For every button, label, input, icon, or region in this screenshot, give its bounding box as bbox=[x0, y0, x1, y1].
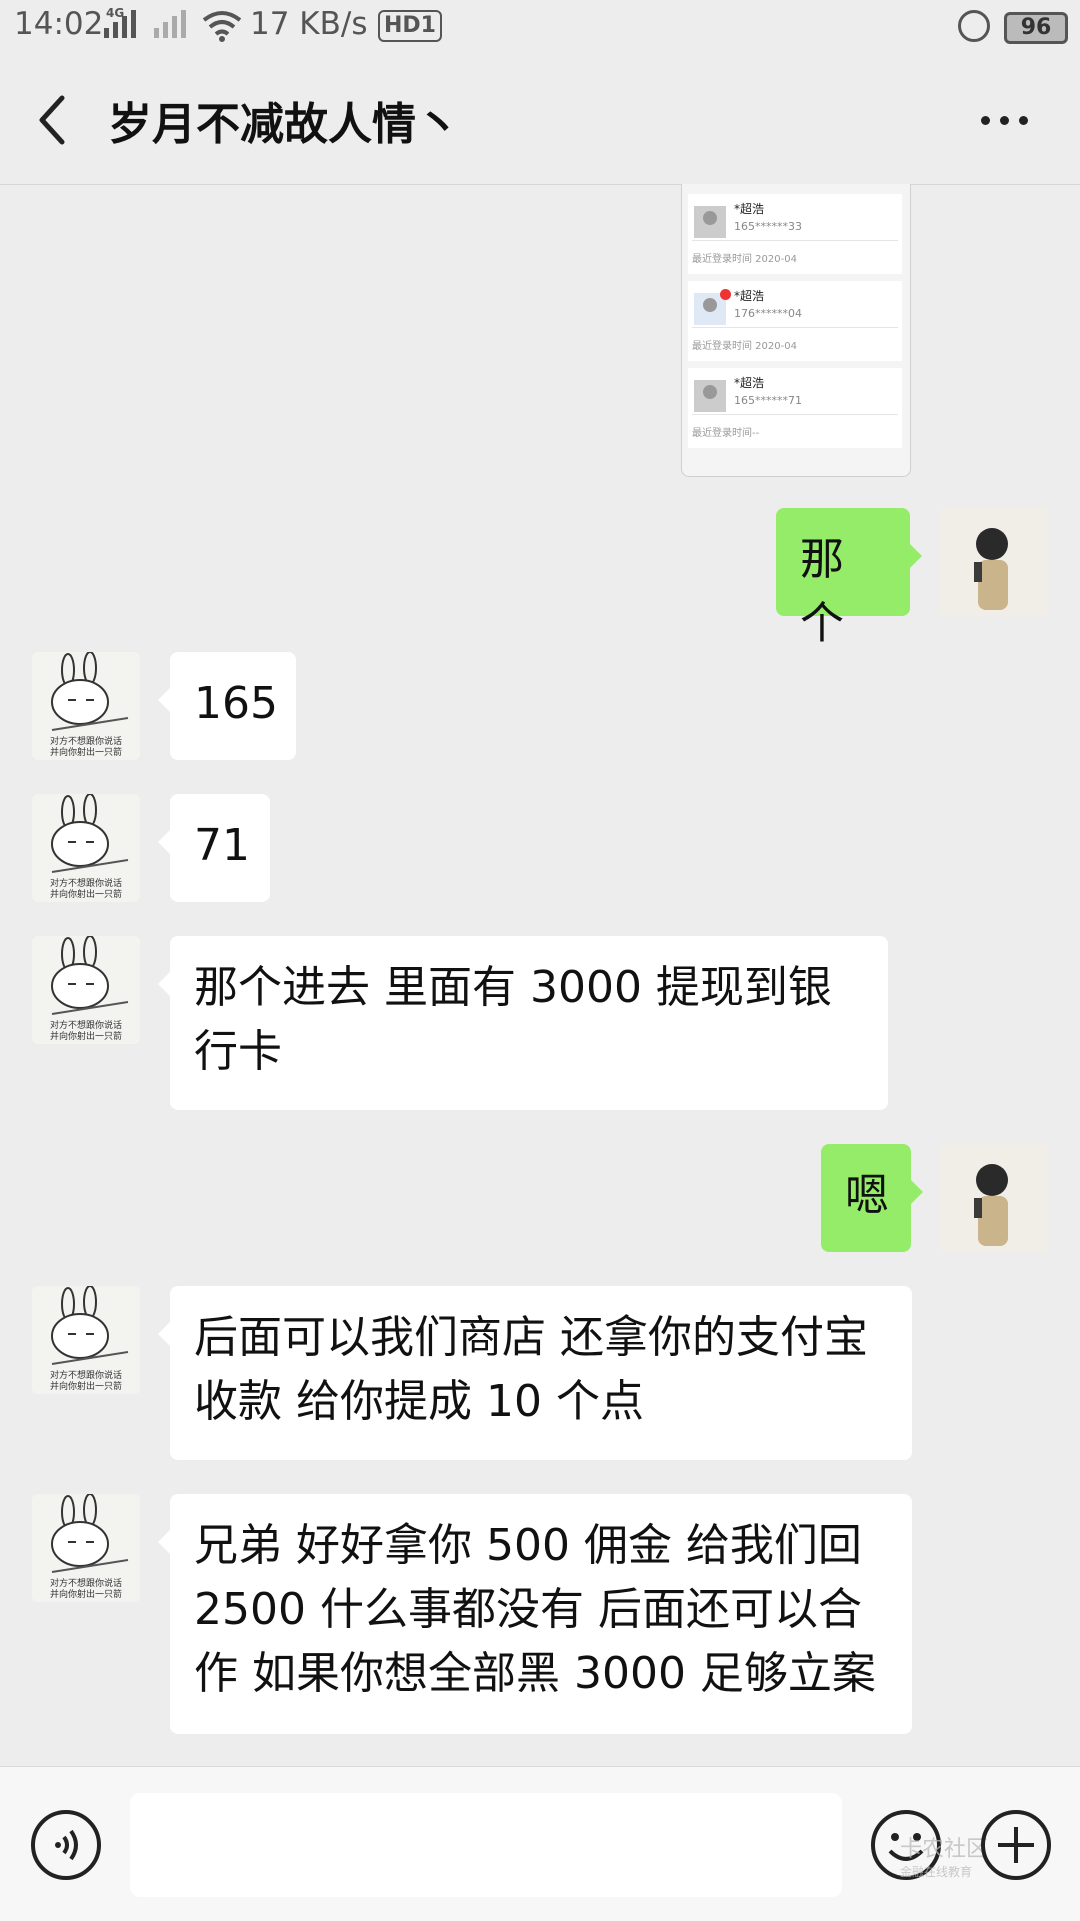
watermark: 卡农社区 金融在线教育 bbox=[900, 1831, 988, 1880]
rabbit-sticker-icon: 对方不想跟你说话 并向你射出一只箭 bbox=[50, 936, 129, 1042]
account-card: *超浩 176******04 最近登录时间 2020-04 bbox=[688, 281, 902, 361]
person-photo-icon bbox=[940, 508, 1048, 616]
chat-header: 岁月不减故人情丶 bbox=[0, 56, 1080, 185]
shared-image[interactable]: *超浩 165******33 最近登录时间 2020-04 *超浩 176**… bbox=[681, 184, 911, 477]
svg-text:对方不想跟你说话: 对方不想跟你说话 bbox=[50, 1577, 122, 1589]
message-text: 那个进去 里面有 3000 提现到银行卡 bbox=[194, 962, 832, 1077]
svg-text:对方不想跟你说话: 对方不想跟你说话 bbox=[50, 1019, 122, 1031]
account-card: *超浩 165******33 最近登录时间 2020-04 bbox=[688, 194, 902, 274]
account-card: *超浩 165******71 最近登录时间-- bbox=[688, 368, 902, 448]
svg-text:并向你射出一只箭: 并向你射出一只箭 bbox=[50, 888, 122, 900]
chat-title: 岁月不减故人情丶 bbox=[108, 99, 460, 150]
account-name: *超浩 bbox=[734, 289, 765, 303]
contact-avatar[interactable]: 对方不想跟你说话 并向你射出一只箭 bbox=[32, 1286, 140, 1394]
message-bubble-received[interactable]: 71 bbox=[158, 794, 270, 902]
message-bubble-sent[interactable]: 嗯 bbox=[821, 1144, 923, 1252]
user-placeholder-icon bbox=[694, 206, 726, 238]
message-text: 那个 bbox=[800, 534, 844, 649]
svg-text:对方不想跟你说话: 对方不想跟你说话 bbox=[50, 1369, 122, 1381]
divider bbox=[692, 414, 898, 415]
rabbit-sticker-icon: 对方不想跟你说话 并向你射出一只箭 bbox=[50, 652, 129, 758]
voice-input-icon[interactable] bbox=[30, 1809, 102, 1881]
account-phone: 165******71 bbox=[734, 394, 802, 407]
watermark-text: 卡农社区 bbox=[900, 1837, 989, 1862]
input-bar: 卡农社区 金融在线教育 bbox=[0, 1766, 1080, 1921]
battery-icon: 96 bbox=[1004, 12, 1068, 44]
account-last-login: 最近登录时间 2020-04 bbox=[692, 254, 797, 265]
status-time: 14:02 bbox=[14, 6, 104, 42]
dot-icon bbox=[1018, 115, 1028, 125]
svg-text:并向你射出一只箭: 并向你射出一只箭 bbox=[50, 1588, 122, 1600]
my-avatar[interactable] bbox=[940, 1144, 1048, 1252]
svg-text:对方不想跟你说话: 对方不想跟你说话 bbox=[50, 735, 122, 747]
rabbit-sticker-icon: 对方不想跟你说话 并向你射出一只箭 bbox=[50, 1286, 129, 1392]
notification-badge bbox=[720, 289, 731, 300]
watermark-subtext: 金融在线教育 bbox=[900, 1865, 973, 1879]
hd-voice-icon: HD1 bbox=[378, 10, 442, 42]
message-input[interactable] bbox=[130, 1793, 842, 1897]
message-text: 兄弟 好好拿你 500 佣金 给我们回 2500 什么事都没有 后面还可以合作 … bbox=[194, 1520, 876, 1699]
svg-text:并向你射出一只箭: 并向你射出一只箭 bbox=[50, 746, 122, 758]
rabbit-sticker-icon: 对方不想跟你说话 并向你射出一只箭 bbox=[50, 1494, 129, 1600]
svg-text:并向你射出一只箭: 并向你射出一只箭 bbox=[50, 1380, 122, 1392]
network-speed: 17 KB/s bbox=[250, 6, 368, 42]
rotation-lock-icon bbox=[958, 10, 990, 42]
message-bubble-sent[interactable]: 那个 bbox=[776, 508, 922, 649]
svg-text:对方不想跟你说话: 对方不想跟你说话 bbox=[50, 877, 122, 889]
account-name: *超浩 bbox=[734, 376, 765, 390]
account-last-login: 最近登录时间-- bbox=[692, 428, 760, 439]
account-phone: 165******33 bbox=[734, 220, 802, 233]
rabbit-sticker-icon: 对方不想跟你说话 并向你射出一只箭 bbox=[50, 794, 129, 900]
signal-icon: 4G bbox=[104, 6, 186, 38]
dot-icon bbox=[980, 115, 990, 125]
user-placeholder-icon bbox=[694, 380, 726, 412]
account-name: *超浩 bbox=[734, 202, 765, 216]
svg-text:并向你射出一只箭: 并向你射出一只箭 bbox=[50, 1030, 122, 1042]
more-options-button[interactable] bbox=[972, 96, 1036, 144]
contact-avatar[interactable]: 对方不想跟你说话 并向你射出一只箭 bbox=[32, 1494, 140, 1602]
my-avatar[interactable] bbox=[940, 508, 1048, 616]
dot-icon bbox=[999, 115, 1009, 125]
person-photo-icon bbox=[940, 1144, 1048, 1252]
account-last-login: 最近登录时间 2020-04 bbox=[692, 341, 797, 352]
plus-icon[interactable] bbox=[980, 1809, 1052, 1881]
divider bbox=[692, 327, 898, 328]
message-bubble-received[interactable]: 兄弟 好好拿你 500 佣金 给我们回 2500 什么事都没有 后面还可以合作 … bbox=[158, 1494, 912, 1734]
message-text: 71 bbox=[194, 820, 250, 871]
status-bar: 14:02 4G 17 KB/s HD1 96 bbox=[0, 0, 1080, 56]
account-phone: 176******04 bbox=[734, 307, 802, 320]
message-bubble-received[interactable]: 后面可以我们商店 还拿你的支付宝收款 给你提成 10 个点 bbox=[158, 1286, 912, 1460]
contact-avatar[interactable]: 对方不想跟你说话 并向你射出一只箭 bbox=[32, 794, 140, 902]
back-icon[interactable] bbox=[28, 90, 78, 150]
message-text: 165 bbox=[194, 678, 278, 729]
wifi-icon bbox=[202, 11, 242, 42]
divider bbox=[692, 240, 898, 241]
contact-avatar[interactable]: 对方不想跟你说话 并向你射出一只箭 bbox=[32, 652, 140, 760]
message-text: 嗯 bbox=[845, 1170, 889, 1221]
message-text: 后面可以我们商店 还拿你的支付宝收款 给你提成 10 个点 bbox=[194, 1312, 868, 1427]
network-type: 4G bbox=[106, 6, 125, 20]
message-bubble-received[interactable]: 那个进去 里面有 3000 提现到银行卡 bbox=[158, 936, 888, 1110]
message-bubble-received[interactable]: 165 bbox=[158, 652, 296, 760]
contact-avatar[interactable]: 对方不想跟你说话 并向你射出一只箭 bbox=[32, 936, 140, 1044]
